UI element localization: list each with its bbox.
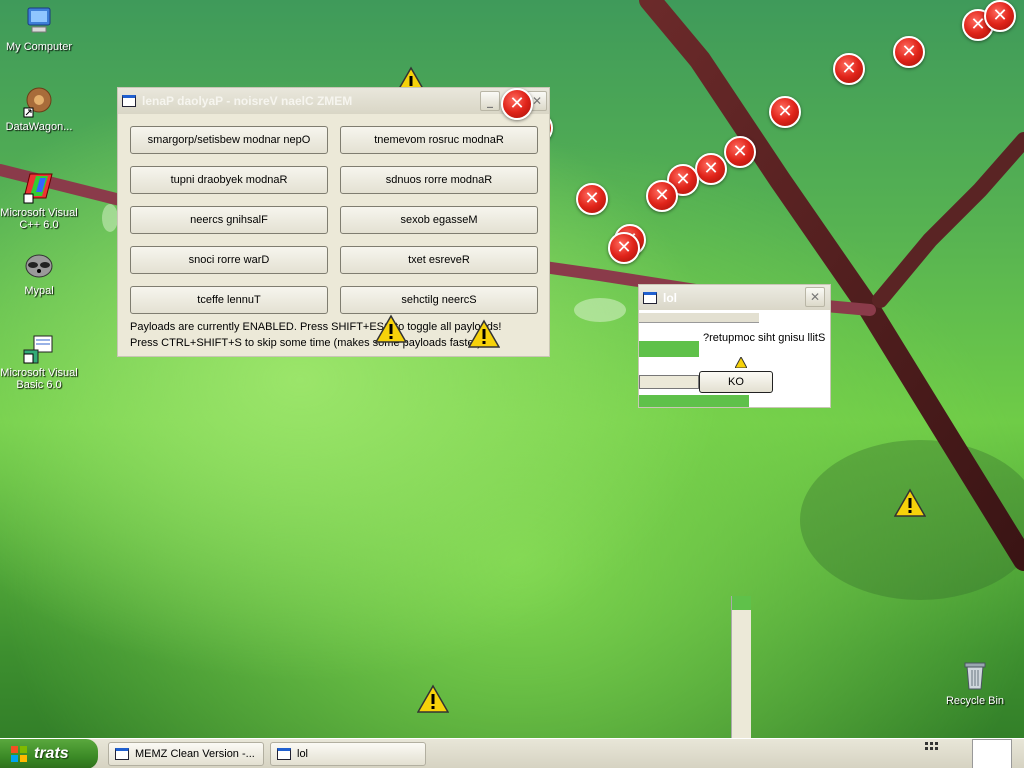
ok-button[interactable]: KO	[699, 371, 773, 393]
glitch-fragment	[639, 341, 699, 357]
lol-message-box-window[interactable]: lol ✕ ?retupmoc siht gnisu llitS KO	[638, 284, 831, 408]
taskbar: trats MEMZ Clean Version -... lol	[0, 738, 1024, 768]
error-x-icon: ✕	[769, 96, 801, 128]
start-button[interactable]: trats	[0, 739, 98, 768]
lol-window-titlebar[interactable]: lol ✕	[639, 285, 830, 310]
memz-payload-panel-window[interactable]: lenaP daolyaP - noisreV naelC ZMEM _ ✕ s…	[117, 87, 550, 357]
warning-triangle-icon	[894, 488, 926, 517]
desktop-icon-visual-cpp[interactable]: Microsoft Visual C++ 6.0	[0, 170, 78, 231]
desktop-icon-mypal[interactable]: Mypal	[0, 248, 78, 297]
keyboard-icon	[925, 742, 938, 750]
error-x-icon: ✕	[984, 0, 1016, 32]
glitched-window-fragment	[731, 596, 751, 738]
payload-button-message-boxes[interactable]: sexob egasseM	[340, 206, 538, 234]
system-tray	[896, 739, 1024, 768]
app-window-icon	[277, 748, 291, 760]
payload-button-flashing-screen[interactable]: neercs gnihsalF	[130, 206, 328, 234]
error-x-icon: ✕	[893, 36, 925, 68]
error-x-icon: ✕	[576, 183, 608, 215]
desktop: My Computer DataWagon... Microsoft Visua…	[0, 0, 1024, 738]
glitch-fragment	[639, 313, 759, 323]
payload-button-draw-error-icons[interactable]: snoci rorre warD	[130, 246, 328, 274]
desktop-icon-label: Recycle Bin	[945, 695, 1005, 707]
desktop-icon-label: Mypal	[24, 285, 54, 297]
app-window-icon	[115, 748, 129, 760]
computer-icon	[22, 4, 56, 38]
status-text-skip-time: Press CTRL+SHIFT+S to skip some time (ma…	[130, 337, 481, 349]
visual-basic-icon	[22, 330, 56, 364]
start-label: trats	[34, 745, 69, 762]
desktop-icon-my-computer[interactable]: My Computer	[0, 4, 78, 53]
desktop-icon-label: Microsoft Visual Basic 6.0	[0, 367, 78, 391]
close-button[interactable]: ✕	[805, 287, 825, 307]
payload-button-tunnel-effect[interactable]: tceffe lennuT	[130, 286, 328, 314]
warning-triangle-icon	[375, 314, 407, 343]
payload-button-random-keyboard-input[interactable]: tupni draobyek modnaR	[130, 166, 328, 194]
status-text-enabled: Payloads are currently ENABLED. Press SH…	[130, 321, 502, 333]
desktop-icon-label: DataWagon...	[5, 121, 73, 133]
visual-cpp-icon	[22, 170, 56, 204]
error-x-icon: ✕	[724, 136, 756, 168]
error-x-icon: ✕	[501, 88, 533, 120]
warning-triangle-icon	[417, 684, 449, 713]
app-window-icon	[122, 95, 136, 107]
recycle-bin-icon	[958, 658, 992, 692]
taskbar-item-label: MEMZ Clean Version -...	[135, 748, 255, 760]
payload-button-random-cursor-movement[interactable]: tnemevom rosruc modnaR	[340, 126, 538, 154]
glitch-fragment	[639, 395, 749, 407]
windows-flag-icon	[11, 746, 27, 762]
glitch-fragment	[639, 375, 699, 389]
window-titlebar[interactable]: lenaP daolyaP - noisreV naelC ZMEM _ ✕	[118, 88, 549, 114]
desktop-icon-visual-basic[interactable]: Microsoft Visual Basic 6.0	[0, 330, 78, 391]
payload-button-screen-glitches[interactable]: sehctilg neercS	[340, 286, 538, 314]
warning-triangle-icon	[468, 319, 500, 348]
desktop-icon-recycle-bin[interactable]: Recycle Bin	[936, 658, 1014, 707]
payload-button-reverse-text[interactable]: txet esreveR	[340, 246, 538, 274]
taskbar-item-label: lol	[297, 748, 309, 760]
taskbar-item-lol[interactable]: lol	[270, 742, 426, 766]
lol-message-text: ?retupmoc siht gnisu llitS	[703, 332, 826, 344]
app-window-icon	[643, 291, 657, 304]
raccoon-icon	[22, 248, 56, 282]
error-x-icon: ✕	[608, 232, 640, 264]
lol-window-title: lol	[663, 290, 677, 305]
payload-button-random-error-sounds[interactable]: sdnuos rorre modnaR	[340, 166, 538, 194]
error-x-icon: ✕	[833, 53, 865, 85]
window-title: lenaP daolyaP - noisreV naelC ZMEM	[142, 94, 353, 108]
datawagon-icon	[22, 84, 56, 118]
tray-glitch-fragment	[972, 739, 1012, 768]
desktop-icon-label: Microsoft Visual C++ 6.0	[0, 207, 78, 231]
desktop-icon-datawagon[interactable]: DataWagon...	[0, 84, 78, 133]
desktop-icon-label: My Computer	[5, 41, 73, 53]
minimize-button[interactable]: _	[480, 91, 500, 111]
taskbar-item-memz[interactable]: MEMZ Clean Version -...	[108, 742, 264, 766]
error-x-icon: ✕	[646, 180, 678, 212]
payload-button-open-random-websites[interactable]: smargorp/setisbew modnar nepO	[130, 126, 328, 154]
warning-triangle-icon	[735, 357, 747, 368]
error-x-icon: ✕	[695, 153, 727, 185]
